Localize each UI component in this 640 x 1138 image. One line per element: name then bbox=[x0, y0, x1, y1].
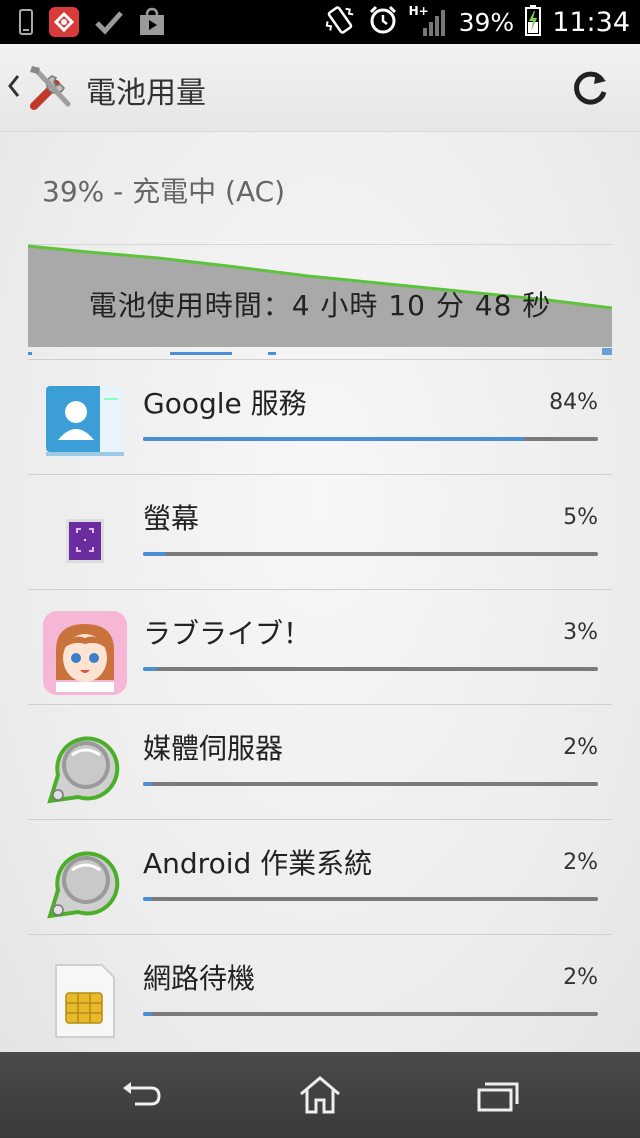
checkmark-icon bbox=[94, 8, 124, 40]
usage-progress-fill bbox=[143, 552, 166, 556]
usage-progress-fill bbox=[143, 782, 153, 786]
battery-usage-time: 電池使用時間：4 小時 10 分 48 秒 bbox=[88, 289, 552, 322]
home-icon bbox=[300, 1076, 340, 1114]
usage-item-percent: 84% bbox=[549, 390, 598, 415]
page-title: 電池用量 bbox=[86, 76, 206, 111]
battery-history-graph[interactable]: 電池使用時間：4 小時 10 分 48 秒 bbox=[27, 244, 613, 358]
usage-progress-track bbox=[143, 552, 598, 556]
phone-icon bbox=[18, 8, 34, 40]
settings-tools-icon[interactable] bbox=[26, 62, 76, 112]
battery-percent-text: 39% bbox=[458, 7, 515, 37]
app-notification-icon bbox=[48, 6, 80, 42]
usage-item-percent: 2% bbox=[563, 735, 598, 760]
usage-item-percent: 2% bbox=[563, 965, 598, 990]
usage-progress-fill bbox=[143, 667, 157, 671]
signal-icon: H+ bbox=[409, 4, 449, 38]
usage-item-media-server[interactable]: 媒體伺服器 2% bbox=[28, 704, 612, 819]
usage-item-screen[interactable]: 螢幕 5% bbox=[28, 474, 612, 589]
usage-item-label: ラブライブ！ bbox=[143, 617, 312, 650]
usage-progress-track bbox=[143, 667, 598, 671]
navigation-bar bbox=[0, 1052, 640, 1138]
usage-item-label: 網路待機 bbox=[143, 962, 256, 995]
recent-apps-button[interactable] bbox=[475, 1074, 521, 1116]
lovelive-app-icon bbox=[42, 610, 128, 696]
play-store-icon bbox=[138, 7, 166, 41]
action-bar: 電池用量 bbox=[0, 44, 640, 132]
usage-item-lovelive[interactable]: ラブライブ！ 3% bbox=[28, 589, 612, 704]
usage-progress-fill bbox=[143, 897, 153, 901]
usage-item-label: Google 服務 bbox=[143, 387, 307, 420]
home-button[interactable] bbox=[297, 1074, 343, 1116]
android-os-icon bbox=[42, 840, 128, 926]
usage-item-percent: 3% bbox=[563, 620, 598, 645]
back-button[interactable] bbox=[119, 1074, 165, 1116]
google-services-icon bbox=[42, 380, 128, 466]
back-icon bbox=[123, 1082, 161, 1106]
usage-item-network-standby[interactable]: 網路待機 2% bbox=[28, 934, 612, 1049]
clock-text: 11:34 bbox=[552, 6, 630, 38]
media-server-icon bbox=[42, 725, 128, 811]
usage-progress-fill bbox=[143, 437, 526, 441]
usage-progress-track bbox=[143, 782, 598, 786]
battery-usage-content: 39% - 充電中 (AC) 電池使用時間：4 小時 10 分 48 秒 Goo… bbox=[0, 132, 640, 1052]
back-chevron-icon[interactable] bbox=[6, 72, 22, 100]
usage-item-label: Android 作業系統 bbox=[143, 847, 373, 880]
screen-icon bbox=[42, 495, 128, 581]
recent-apps-icon bbox=[477, 1082, 519, 1112]
refresh-icon bbox=[574, 71, 607, 105]
battery-status-text: 39% - 充電中 (AC) bbox=[42, 175, 286, 208]
alarm-icon bbox=[367, 4, 399, 40]
usage-item-percent: 2% bbox=[563, 850, 598, 875]
usage-item-percent: 5% bbox=[563, 505, 598, 530]
usage-item-label: 媒體伺服器 bbox=[143, 732, 284, 765]
usage-progress-track bbox=[143, 437, 598, 441]
refresh-button[interactable] bbox=[570, 68, 610, 108]
usage-item-android-os[interactable]: Android 作業系統 2% bbox=[28, 819, 612, 934]
usage-progress-track bbox=[143, 897, 598, 901]
sim-card-icon bbox=[42, 955, 128, 1041]
usage-progress-fill bbox=[143, 1012, 153, 1016]
vibrate-icon bbox=[323, 3, 357, 41]
status-bar: H+ 39% 11:34 bbox=[0, 0, 640, 44]
usage-progress-track bbox=[143, 1012, 598, 1016]
usage-item-google-services[interactable]: Google 服務 84% bbox=[28, 359, 612, 474]
battery-charging-icon bbox=[524, 4, 542, 40]
usage-item-label: 螢幕 bbox=[143, 502, 200, 535]
